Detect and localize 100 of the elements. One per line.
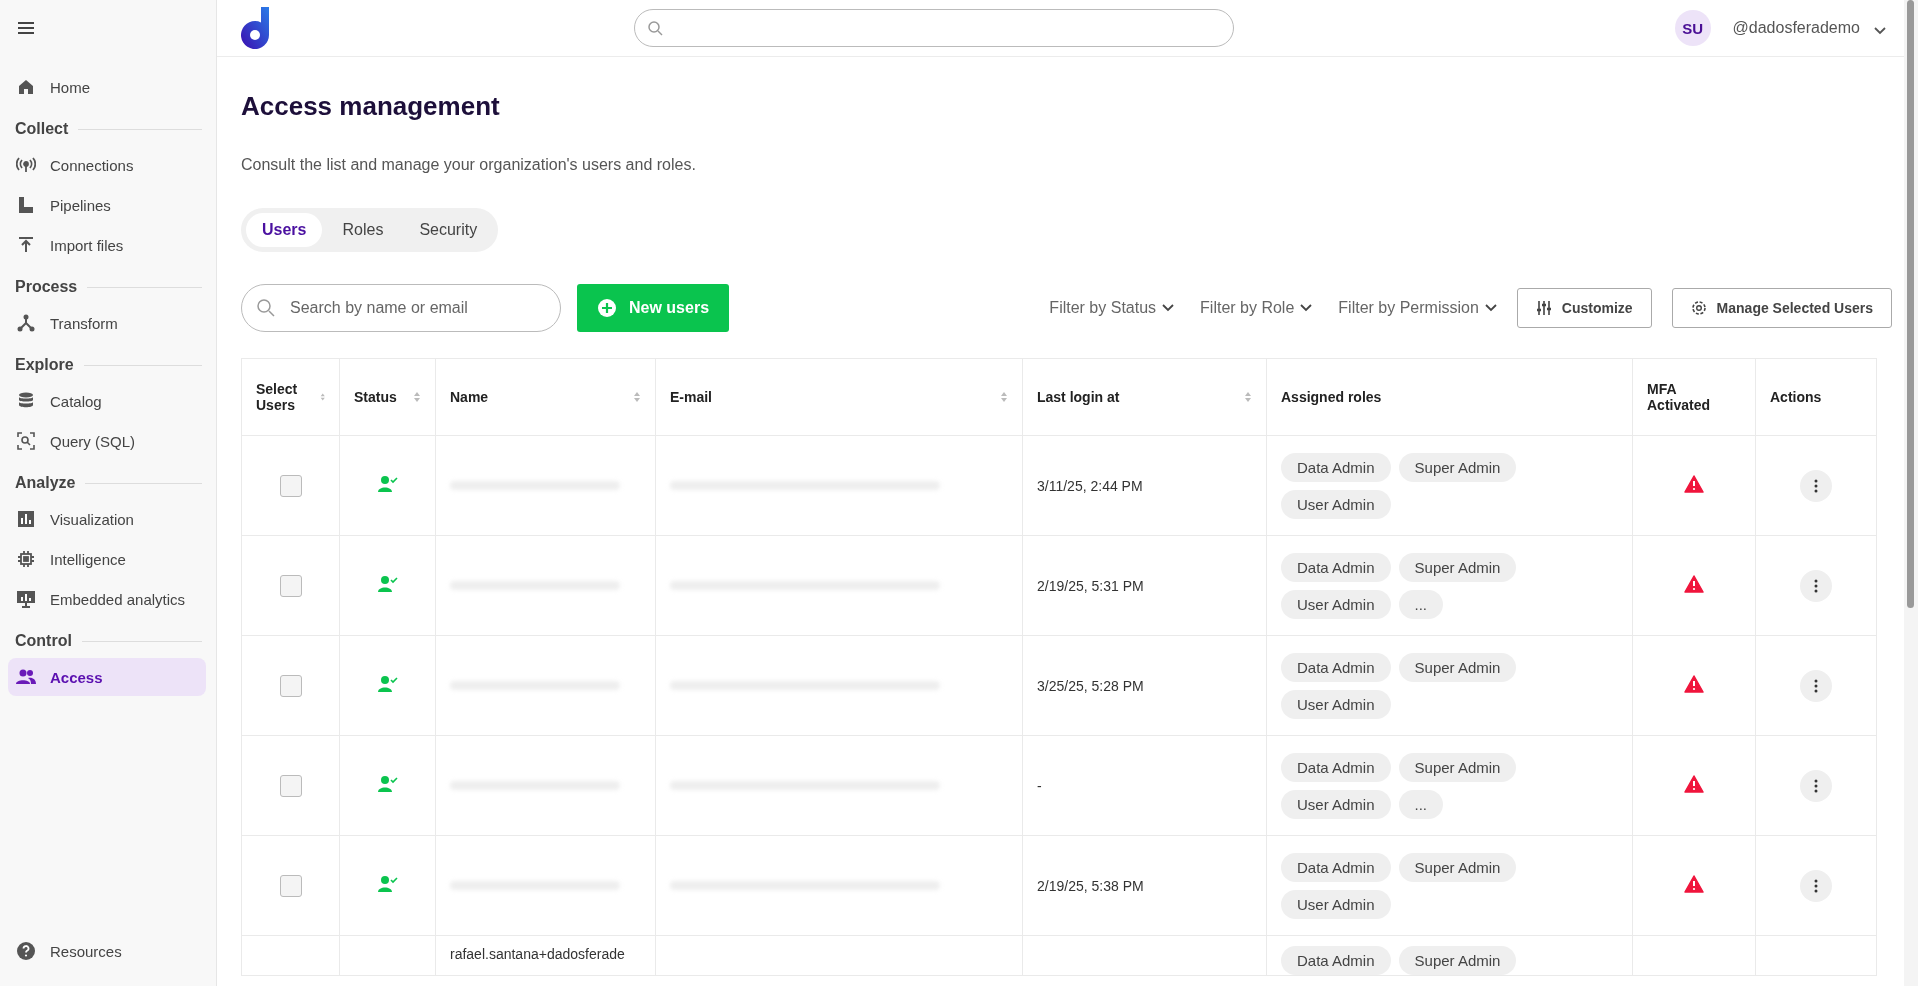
scrollbar[interactable] <box>1904 0 1918 986</box>
filter-dropdown[interactable]: Filter by Permission <box>1338 299 1497 317</box>
role-tag: ... <box>1398 589 1444 619</box>
customize-button[interactable]: Customize <box>1516 288 1652 328</box>
sort-icon[interactable] <box>1000 391 1008 403</box>
more-button[interactable] <box>1800 669 1832 702</box>
section-heading: Explore <box>15 356 74 374</box>
column-header: Actions <box>1770 389 1822 405</box>
nav-item[interactable]: Pipelines <box>8 186 206 224</box>
kebab-icon <box>1814 778 1818 793</box>
checkbox[interactable] <box>279 874 302 897</box>
filter-dropdown[interactable]: Filter by Status <box>1049 299 1175 317</box>
nav-item[interactable]: Catalog <box>8 382 206 420</box>
checkbox[interactable] <box>279 574 302 597</box>
manage-users-button[interactable]: Manage Selected Users <box>1671 288 1892 328</box>
nav-item[interactable]: Query (SQL) <box>8 422 206 460</box>
column-header: Status <box>354 389 397 405</box>
nav-item[interactable]: Resources <box>8 932 206 970</box>
help-icon <box>16 941 36 961</box>
role-tag: ... <box>1398 789 1444 819</box>
nav-icon <box>16 313 36 333</box>
nav-icon <box>16 667 36 687</box>
role-tag: User Admin <box>1281 589 1391 619</box>
table-cell: rafael.santana+dadosferade <box>450 946 625 962</box>
table-cell: - <box>1037 777 1042 794</box>
table-cell: 2/19/25, 5:31 PM <box>1037 577 1144 594</box>
column-header: Name <box>450 389 489 405</box>
checkbox[interactable] <box>279 774 302 797</box>
section-heading: Control <box>15 632 72 650</box>
nav-icon <box>16 549 36 569</box>
kebab-icon <box>1814 878 1818 893</box>
kebab-icon <box>1814 578 1818 593</box>
nav-icon <box>16 155 36 175</box>
nav-item[interactable]: Embedded analytics <box>8 580 206 618</box>
role-tag: User Admin <box>1281 789 1391 819</box>
more-button[interactable] <box>1800 769 1832 802</box>
nav-item[interactable]: Connections <box>8 146 206 184</box>
nav-item[interactable]: Visualization <box>8 500 206 538</box>
sliders-icon <box>1535 300 1552 316</box>
section-heading: Process <box>15 278 78 296</box>
nav-icon <box>16 235 36 255</box>
column-header: Assigned roles <box>1281 389 1382 405</box>
gear-icon <box>1690 300 1707 316</box>
section-heading: Collect <box>15 120 69 138</box>
more-button[interactable] <box>1800 569 1832 602</box>
column-header: E-mail <box>670 389 712 405</box>
kebab-icon <box>1814 478 1818 493</box>
nav-item[interactable]: Intelligence <box>8 540 206 578</box>
role-tag: Data Admin <box>1281 752 1391 782</box>
role-tag: Data Admin <box>1281 452 1391 482</box>
role-tag: Super Admin <box>1398 552 1517 582</box>
sort-icon[interactable] <box>413 391 421 403</box>
role-tag: Super Admin <box>1398 946 1517 975</box>
column-header: Last login at <box>1037 389 1120 405</box>
role-tag: Data Admin <box>1281 652 1391 682</box>
chevron-down-icon <box>1874 27 1886 35</box>
filter-dropdown[interactable]: Filter by Role <box>1200 299 1313 317</box>
tab[interactable]: Users <box>246 213 323 247</box>
search-input[interactable]: Search by name or email <box>288 298 546 318</box>
page-subtitle: Consult the list and manage your organization's users and roles. <box>241 156 697 174</box>
nav-icon <box>16 195 36 215</box>
column-header: Select Users <box>256 381 299 413</box>
nav-item[interactable]: Transform <box>8 304 206 342</box>
role-tag: User Admin <box>1281 689 1391 719</box>
plus-icon <box>597 298 617 318</box>
role-tag: Super Admin <box>1398 852 1517 882</box>
sort-icon[interactable] <box>633 391 641 403</box>
role-tag: Data Admin <box>1281 552 1391 582</box>
role-tag: User Admin <box>1281 889 1391 919</box>
sort-icon[interactable] <box>319 391 325 403</box>
sort-icon[interactable] <box>1244 391 1252 403</box>
table-cell: 2/19/25, 5:38 PM <box>1037 877 1144 894</box>
checkbox[interactable] <box>279 474 302 497</box>
nav-icon <box>16 431 36 451</box>
nav-icon <box>16 589 36 609</box>
nav-item[interactable]: Home <box>8 68 206 106</box>
table-cell: 3/11/25, 2:44 PM <box>1037 477 1143 494</box>
tab[interactable]: Roles <box>326 213 400 247</box>
search-icon <box>646 20 663 36</box>
username[interactable]: @dadosferademo <box>1732 19 1860 37</box>
column-header: MFA Activated <box>1647 381 1712 413</box>
chevron-down-icon <box>1162 304 1175 312</box>
nav-icon <box>16 509 36 529</box>
checkbox[interactable] <box>279 674 302 697</box>
role-tag: Data Admin <box>1281 946 1391 975</box>
section-heading: Analyze <box>15 474 76 492</box>
role-tag: Super Admin <box>1398 652 1517 682</box>
role-tag: Super Admin <box>1398 752 1517 782</box>
nav-icon <box>16 77 36 97</box>
nav-item[interactable]: Access <box>8 658 206 696</box>
more-button[interactable] <box>1800 469 1832 502</box>
tab[interactable]: Security <box>403 213 494 247</box>
more-button[interactable] <box>1800 869 1832 902</box>
page-title: Access management <box>241 91 501 122</box>
role-tag: User Admin <box>1281 489 1391 519</box>
role-tag: Super Admin <box>1398 452 1517 482</box>
chevron-down-icon <box>1300 304 1313 312</box>
search-icon <box>256 298 276 318</box>
avatar[interactable]: SU <box>1674 10 1711 46</box>
nav-item[interactable]: Import files <box>8 226 206 264</box>
